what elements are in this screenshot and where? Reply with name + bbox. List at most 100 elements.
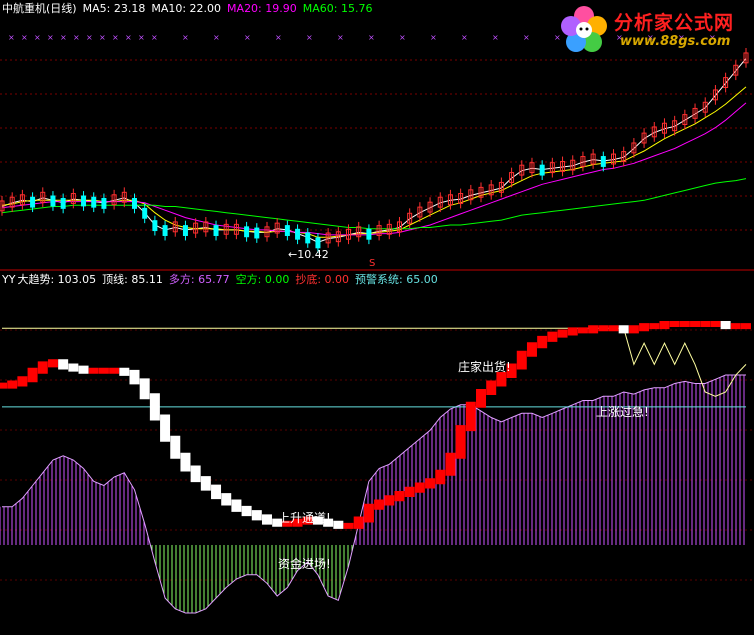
trend-block	[200, 476, 211, 491]
signal-marker: ×	[21, 33, 28, 42]
bottom-label: 抄底: 0.00	[295, 273, 350, 286]
signal-marker: ×	[337, 33, 344, 42]
trend-block	[58, 359, 69, 370]
signal-marker: ×	[182, 33, 189, 42]
trend-block	[241, 505, 252, 517]
candle-body	[101, 197, 107, 209]
signal-marker: ×	[112, 33, 119, 42]
ma20-label: MA20: 19.90	[227, 2, 297, 15]
candle-body	[295, 228, 301, 240]
warn-value: 65.00	[406, 273, 438, 286]
trend-block	[741, 323, 751, 330]
trend-block	[211, 484, 222, 500]
signal-marker: ×	[125, 33, 132, 42]
annotation-overheat: 上涨过急!	[596, 405, 649, 419]
trend-block	[170, 435, 181, 459]
trend-block	[17, 376, 28, 387]
signal-marker: ×	[523, 33, 530, 42]
bull-value: 65.77	[198, 273, 230, 286]
signal-marker: ×	[368, 33, 375, 42]
candle-body	[60, 197, 66, 209]
logo: 分析家公式网 www.88gs.com	[558, 4, 748, 56]
topline-label: 顶线: 85.11	[102, 273, 163, 286]
trend-block	[68, 363, 79, 372]
trend-block	[435, 469, 446, 485]
chart-canvas[interactable]: ××××××××××××××××××××××××××××××	[0, 0, 754, 635]
signal-marker: ×	[99, 33, 106, 42]
candle-body	[315, 237, 321, 249]
candle-body	[91, 196, 97, 208]
bull-label: 多方: 65.77	[168, 273, 230, 286]
top-line	[2, 327, 747, 397]
candle-body	[182, 225, 188, 236]
candle-body	[244, 226, 250, 238]
ma-line-ma60	[1, 178, 747, 230]
ma-line-ma10	[1, 86, 747, 238]
trend-block	[363, 503, 374, 523]
trend-block	[231, 499, 242, 512]
signal-marker: ×	[306, 33, 313, 42]
signal-marker: ×	[492, 33, 499, 42]
signal-marker: ×	[399, 33, 406, 42]
trend-block	[0, 382, 7, 389]
candle-body	[213, 225, 219, 236]
candle-body	[131, 197, 137, 209]
trend-block	[190, 465, 201, 483]
trend-block	[445, 452, 456, 476]
trend-block	[109, 367, 120, 374]
annotation-dealer-selling: 庄家出货!	[458, 360, 511, 374]
trend-block	[700, 321, 711, 327]
trend-block	[47, 359, 58, 368]
signal-marker: ×	[213, 33, 220, 42]
ma-line-ma5	[1, 58, 747, 243]
annotation-up-channel: 上升通道!	[278, 511, 331, 525]
logo-title: 分析家公式网	[614, 12, 735, 34]
trend-block	[88, 367, 99, 374]
trend-label: 大趋势: 103.05	[17, 273, 97, 286]
trend-block	[221, 493, 232, 506]
signal-marker: ×	[275, 33, 282, 42]
trend-block	[710, 321, 721, 327]
trend-block	[404, 486, 415, 497]
trend-block	[608, 325, 619, 332]
candle-body	[600, 156, 606, 167]
bear-label: 空方: 0.00	[235, 273, 290, 286]
trend-block	[669, 321, 680, 327]
trend-block	[414, 482, 425, 493]
trend-block	[537, 335, 548, 349]
s-signal-marker: S	[369, 258, 376, 269]
kline-panel	[0, 48, 749, 253]
grid: ××××××××××××××××××××××××××××××	[0, 33, 754, 581]
bear-value: 0.00	[264, 273, 290, 286]
candle-body	[254, 227, 260, 239]
trend-block	[526, 342, 537, 357]
trend-block	[690, 321, 701, 327]
topline-value: 85.11	[131, 273, 163, 286]
trend-block	[557, 329, 568, 338]
signal-marker: ×	[60, 33, 67, 42]
candle-body	[162, 225, 168, 236]
trend-block	[476, 389, 487, 408]
trend-block	[251, 510, 262, 521]
ma10-value: 22.00	[189, 2, 222, 15]
ma20-value: 19.90	[265, 2, 297, 15]
trend-block	[180, 452, 191, 472]
ma-line-ma20	[1, 102, 747, 236]
ma60-value: 15.76	[340, 2, 373, 15]
price-header: 中航重机(日线) MA5: 23.18 MA10: 22.00 MA20: 19.90…	[2, 2, 378, 16]
trend-block	[139, 378, 150, 400]
trend-block	[119, 367, 130, 376]
trend-value: 103.05	[57, 273, 97, 286]
trend-block	[160, 414, 171, 442]
trend-block	[567, 327, 578, 336]
signal-marker: ×	[47, 33, 54, 42]
trend-block	[649, 323, 660, 330]
signal-marker: ×	[430, 33, 437, 42]
bottom-value: 0.00	[324, 273, 350, 286]
candle-body	[50, 195, 56, 207]
trend-block	[588, 325, 599, 334]
trend-block	[679, 321, 690, 327]
trend-block	[577, 327, 588, 334]
signal-marker: ×	[73, 33, 80, 42]
warn-label: 预警系统: 65.00	[355, 273, 438, 286]
